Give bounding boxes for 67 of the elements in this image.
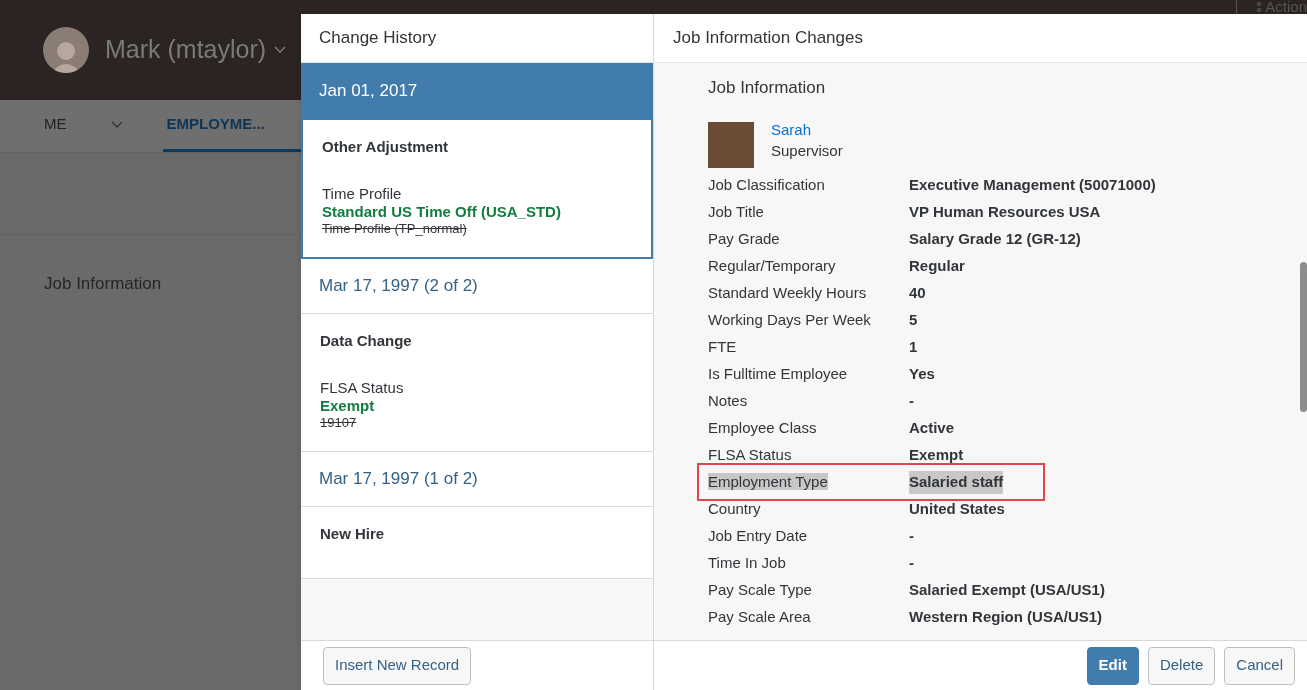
field-label: FLSA Status [708, 446, 792, 464]
section-title: Job Information [708, 77, 827, 97]
entry-title: New Hire [320, 524, 386, 544]
history-date[interactable]: Mar 17, 1997 (2 of 2) [301, 259, 653, 314]
field-label: Job Classification [708, 176, 825, 194]
photo-placeholder [708, 122, 754, 168]
old-value: Time Profile (TP_normal) [322, 221, 468, 237]
entry-title: Data Change [320, 331, 413, 351]
panel-title: Job Information Changes [654, 14, 1307, 63]
field-label: FLSA Status [320, 379, 405, 397]
section-title: Job Information [44, 274, 162, 293]
field-value: United States [909, 499, 1005, 520]
field-label: Working Days Per Week [708, 311, 871, 329]
field-label: Job Entry Date [708, 527, 808, 545]
field-value: Executive Management (50071000) [909, 175, 1156, 196]
history-date[interactable]: Jan 01, 2017 [301, 63, 653, 118]
field-value: - [909, 553, 914, 574]
entry-title: Other Adjustment [322, 137, 450, 157]
field-label: Time In Job [708, 554, 786, 572]
panel-title: Change History [301, 14, 653, 63]
field-label: Employment Type [708, 473, 828, 491]
field-value: Salaried Exempt (USA/US1) [909, 580, 1105, 601]
avatar-icon [43, 27, 89, 73]
field-label: Country [708, 500, 761, 518]
field-value: Salary Grade 12 (GR-12) [909, 229, 1081, 250]
scrollbar[interactable] [1300, 262, 1307, 412]
field-value: VP Human Resources USA [909, 202, 1101, 223]
supervisor-link[interactable]: Sarah [771, 120, 843, 140]
field-label: Time Profile [322, 185, 403, 203]
chevron-down-icon[interactable] [110, 120, 123, 129]
field-value: - [909, 391, 914, 412]
field-label: FTE [708, 338, 737, 356]
history-entry[interactable]: New Hire [301, 507, 653, 579]
field-value: Yes [909, 364, 935, 385]
field-value: 40 [909, 283, 926, 304]
chevron-down-icon[interactable] [274, 46, 287, 54]
field-value: Regular [909, 256, 965, 277]
field-value: Salaried staff [909, 471, 1004, 494]
dialog-button[interactable]: Edit [1086, 646, 1139, 685]
field-value: Active [909, 418, 955, 439]
field-value: 5 [909, 310, 918, 331]
history-date[interactable]: Mar 17, 1997 (1 of 2) [301, 452, 653, 507]
new-value: Standard US Time Off (USA_STD) [322, 203, 562, 221]
old-value: 19107 [320, 415, 358, 431]
field-label: Notes [708, 392, 748, 410]
dialog-button[interactable]: Delete [1147, 646, 1216, 685]
insert-new-record-button[interactable]: Insert New Record [323, 646, 472, 685]
supervisor-role: Supervisor [771, 141, 843, 161]
field-label: Pay Scale Type [708, 581, 812, 599]
user-name[interactable]: Mark (mtaylor) [105, 31, 267, 69]
field-label: Standard Weekly Hours [708, 284, 867, 302]
field-label: Job Title [708, 203, 764, 221]
history-entry[interactable]: Other Adjustment Time Profile Standard US Time Off (USA_STD) Time Profile (TP_normal) [301, 118, 653, 259]
field-label: Pay Grade [708, 230, 780, 248]
field-label: Pay Scale Area [708, 608, 811, 626]
field-value: Western Region (USA/US1) [909, 607, 1103, 628]
field-value: Exempt [909, 445, 964, 466]
field-label: Regular/Temporary [708, 257, 836, 275]
field-label: Employee Class [708, 419, 817, 437]
field-value: - [909, 526, 914, 547]
history-entry[interactable]: Data Change FLSA Status Exempt 19107 [301, 314, 653, 452]
field-label: Is Fulltime Employee [708, 365, 848, 383]
new-value: Exempt [320, 397, 376, 415]
nav-tab[interactable]: ME [44, 100, 123, 152]
field-value: 1 [909, 337, 918, 358]
dialog-button[interactable]: Cancel [1224, 646, 1295, 685]
more-icon[interactable] [1257, 1, 1262, 13]
